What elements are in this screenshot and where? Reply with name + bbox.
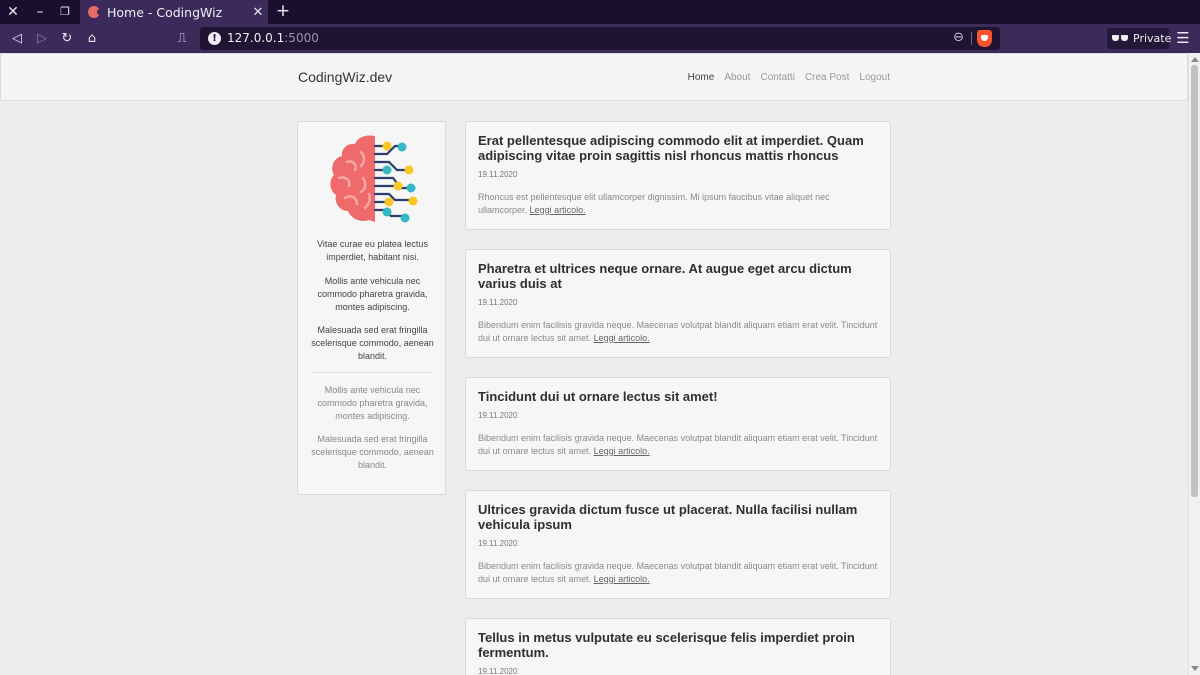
- zoom-icon[interactable]: ⊖: [953, 30, 964, 45]
- site-header: CodingWiz.dev Home About Contatti Crea P…: [0, 53, 1188, 101]
- nav-logout[interactable]: Logout: [859, 72, 890, 83]
- scroll-down-icon[interactable]: [1191, 666, 1199, 671]
- sidebar-text: Malesuada sed erat fringilla scelerisque…: [311, 434, 434, 470]
- post-card: Tellus in metus vulputate eu scelerisque…: [465, 618, 891, 675]
- close-icon[interactable]: ✕: [0, 0, 26, 24]
- read-more-link[interactable]: Leggi articolo.: [530, 205, 586, 215]
- sidebar-text: Malesuada sed erat fringilla scelerisque…: [311, 325, 434, 361]
- sidebar-text: Vitae curae eu platea lectus imperdiet, …: [317, 239, 428, 262]
- read-more-link[interactable]: Leggi articolo.: [594, 446, 650, 456]
- private-glasses-icon: [1112, 35, 1128, 41]
- new-tab-icon[interactable]: +: [272, 0, 294, 24]
- back-icon[interactable]: ◁: [5, 24, 29, 53]
- read-more-link[interactable]: Leggi articolo.: [594, 333, 650, 343]
- favicon-icon: [88, 6, 102, 18]
- site-nav: Home About Contatti Crea Post Logout: [688, 72, 890, 83]
- browser-tab-bar: ✕ – ❐ Home - CodingWiz ✕ +: [0, 0, 1200, 24]
- sidebar-text: Mollis ante vehicula nec commodo pharetr…: [317, 385, 428, 421]
- post-title[interactable]: Pharetra et ultrices neque ornare. At au…: [478, 261, 878, 291]
- browser-toolbar: ◁ ▷ ↻ ⌂ ⎍ ! 127.0.0.1:5000 ⊖ Private ☰: [0, 24, 1200, 53]
- reload-icon[interactable]: ↻: [55, 24, 79, 53]
- private-badge[interactable]: Private: [1107, 28, 1171, 49]
- info-icon[interactable]: !: [208, 32, 221, 45]
- post-date: 19.11.2020: [478, 298, 518, 307]
- home-icon[interactable]: ⌂: [80, 24, 104, 53]
- sidebar: Vitae curae eu platea lectus imperdiet, …: [297, 121, 446, 495]
- browser-tab[interactable]: Home - CodingWiz ✕: [80, 0, 268, 24]
- url-bar[interactable]: ! 127.0.0.1:5000 ⊖: [200, 27, 1000, 50]
- post-date: 19.11.2020: [478, 539, 518, 548]
- read-more-link[interactable]: Leggi articolo.: [594, 574, 650, 584]
- tab-title: Home - CodingWiz: [107, 4, 223, 20]
- post-excerpt: Bibendum enim facilisis gravida neque. M…: [478, 561, 878, 584]
- post-card: Tincidunt dui ut ornare lectus sit amet!…: [465, 377, 891, 471]
- brain-circuit-icon: [330, 135, 418, 223]
- post-card: Erat pellentesque adipiscing commodo eli…: [465, 121, 891, 230]
- site-brand[interactable]: CodingWiz.dev: [298, 69, 392, 85]
- post-excerpt: Rhoncus est pellentesque elit ullamcorpe…: [478, 192, 830, 215]
- sidebar-text: Mollis ante vehicula nec commodo pharetr…: [317, 276, 428, 312]
- nav-home[interactable]: Home: [688, 72, 715, 83]
- minimize-icon[interactable]: –: [27, 0, 53, 24]
- post-title[interactable]: Ultrices gravida dictum fusce ut placera…: [478, 502, 878, 532]
- scroll-thumb[interactable]: [1191, 65, 1198, 497]
- post-excerpt: Bibendum enim facilisis gravida neque. M…: [478, 433, 878, 456]
- nav-about[interactable]: About: [724, 72, 750, 83]
- post-date: 19.11.2020: [478, 411, 518, 420]
- forward-icon[interactable]: ▷: [30, 24, 54, 53]
- post-excerpt: Bibendum enim facilisis gravida neque. M…: [478, 320, 878, 343]
- page-viewport: CodingWiz.dev Home About Contatti Crea P…: [0, 53, 1188, 675]
- nav-contatti[interactable]: Contatti: [760, 72, 794, 83]
- post-title[interactable]: Tincidunt dui ut ornare lectus sit amet!: [478, 389, 878, 404]
- tab-close-icon[interactable]: ✕: [248, 5, 268, 20]
- url-separator: [971, 32, 972, 45]
- sidebar-divider: [312, 372, 433, 373]
- post-card: Ultrices gravida dictum fusce ut placera…: [465, 490, 891, 599]
- hamburger-menu-icon[interactable]: ☰: [1172, 24, 1194, 53]
- scroll-up-icon[interactable]: [1191, 57, 1199, 62]
- post-card: Pharetra et ultrices neque ornare. At au…: [465, 249, 891, 358]
- post-title[interactable]: Erat pellentesque adipiscing commodo eli…: [478, 133, 878, 163]
- page-scrollbar[interactable]: [1188, 53, 1200, 675]
- post-date: 19.11.2020: [478, 170, 518, 179]
- restore-icon[interactable]: ❐: [52, 0, 78, 24]
- brave-shield-icon[interactable]: [977, 30, 992, 47]
- nav-crea-post[interactable]: Crea Post: [805, 72, 849, 83]
- post-date: 19.11.2020: [478, 667, 518, 675]
- post-title[interactable]: Tellus in metus vulputate eu scelerisque…: [478, 630, 878, 660]
- bookmark-icon[interactable]: ⎍: [170, 24, 194, 53]
- url-text[interactable]: 127.0.0.1:5000: [227, 31, 319, 45]
